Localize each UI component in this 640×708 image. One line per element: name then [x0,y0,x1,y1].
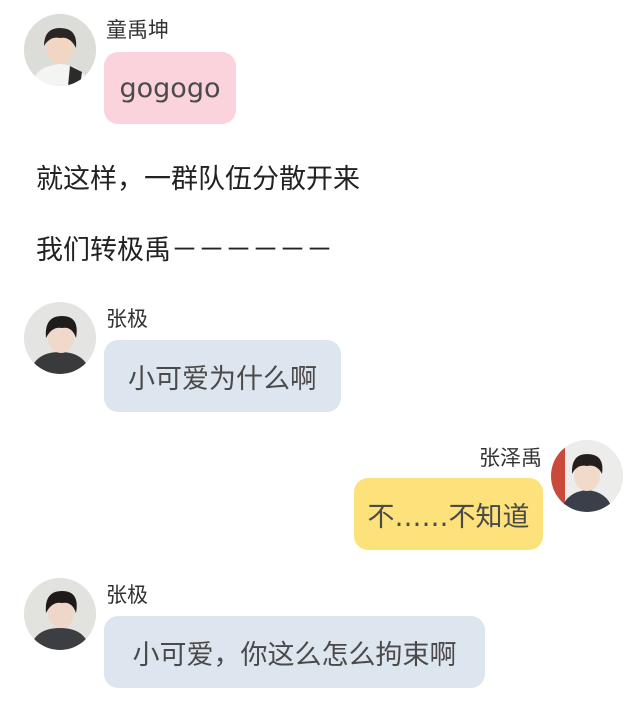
sender-name: 童禹坤 [106,18,169,42]
message-bubble[interactable]: 小可爱为什么啊 [104,340,341,412]
avatar-photo-icon [24,578,96,650]
message-bubble[interactable]: gogogo [104,52,236,124]
narration-line: 我们转极禹－－－－－－ [36,235,333,266]
avatar[interactable] [24,14,96,86]
avatar-photo-icon [551,440,623,512]
avatar[interactable] [551,440,623,512]
message-bubble[interactable]: 小可爱，你这么怎么拘束啊 [104,616,485,688]
avatar-photo-icon [24,14,96,86]
sender-name: 张泽禹 [479,446,542,470]
sender-name: 张极 [106,307,148,331]
message-bubble[interactable]: 不……不知道 [354,478,543,550]
avatar[interactable] [24,578,96,650]
avatar-photo-icon [24,302,96,374]
narration-line: 就这样，一群队伍分散开来 [36,164,360,195]
avatar[interactable] [24,302,96,374]
sender-name: 张极 [106,583,148,607]
